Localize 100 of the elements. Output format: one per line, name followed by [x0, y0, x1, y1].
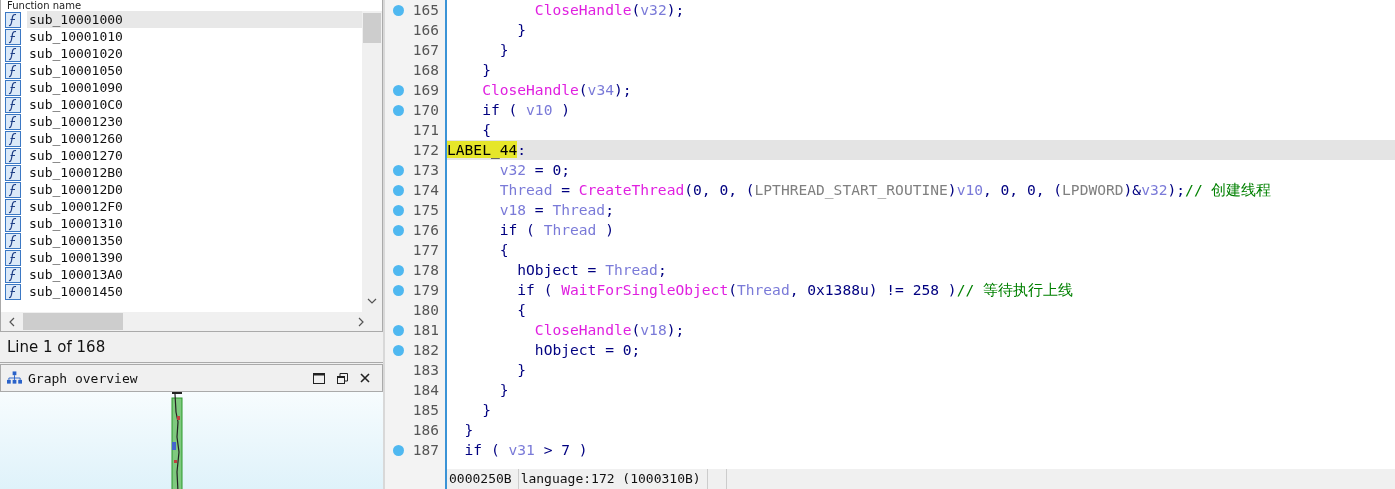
line-number: 173 — [412, 161, 439, 180]
function-icon — [5, 96, 21, 113]
function-name[interactable]: sub_100012D0 — [27, 181, 362, 198]
line-number: 178 — [412, 261, 439, 280]
status-text: language:172 (1000310B) — [518, 469, 708, 489]
code-line: hObject = Thread; — [516, 260, 668, 280]
function-name[interactable]: sub_10001230 — [27, 113, 362, 130]
line-number: 165 — [412, 1, 439, 20]
maximize-icon[interactable] — [313, 372, 325, 384]
code-line: } — [516, 20, 528, 40]
scroll-right-icon[interactable] — [358, 316, 364, 327]
function-icon — [5, 11, 21, 28]
line-number: 169 — [412, 81, 439, 100]
restore-icon[interactable] — [337, 372, 348, 384]
breakpoint-dot-icon[interactable] — [393, 325, 404, 336]
line-number: 179 — [412, 281, 439, 300]
code-line: v18 = Thread; — [498, 200, 615, 220]
line-number: 177 — [412, 241, 439, 260]
vertical-scrollbar[interactable] — [362, 11, 382, 312]
function-icon — [5, 45, 21, 62]
breakpoint-dot-icon[interactable] — [393, 285, 404, 296]
code-line: } — [498, 40, 510, 60]
function-name[interactable]: sub_10001260 — [27, 130, 362, 147]
code-line: if ( v10 ) — [481, 100, 571, 120]
scrollbar-thumb[interactable] — [363, 13, 381, 43]
line-number: 180 — [412, 301, 439, 320]
horizontal-scrollbar[interactable] — [1, 312, 382, 331]
scrollbar-thumb[interactable] — [23, 313, 123, 330]
function-icon — [5, 79, 21, 96]
code-line: v32 = 0; — [498, 160, 571, 180]
function-name[interactable]: sub_10001000 — [27, 11, 362, 28]
code-line: CloseHandle(v34); — [481, 80, 633, 100]
code-line: { — [481, 120, 492, 140]
breakpoint-dot-icon[interactable] — [393, 205, 404, 216]
function-icon — [5, 147, 21, 164]
function-icon — [5, 283, 21, 300]
line-number: 175 — [412, 201, 439, 220]
breakpoint-dot-icon[interactable] — [393, 85, 404, 96]
line-number: 170 — [412, 101, 439, 120]
line-number: 182 — [412, 341, 439, 360]
function-icon — [5, 28, 21, 45]
code-line: { — [516, 300, 528, 320]
code-line: } — [498, 380, 510, 400]
breakpoint-dot-icon[interactable] — [393, 345, 404, 356]
breakpoint-dot-icon[interactable] — [393, 225, 404, 236]
column-header[interactable]: Function name — [1, 0, 382, 11]
function-name[interactable]: sub_10001090 — [27, 79, 362, 96]
function-name[interactable]: sub_10001450 — [27, 283, 362, 300]
code-line: } — [481, 60, 492, 80]
line-number: 168 — [412, 61, 439, 80]
function-icon — [5, 164, 21, 181]
function-icon — [5, 198, 21, 215]
code-line: } — [463, 420, 475, 440]
function-name[interactable]: sub_10001310 — [27, 215, 362, 232]
breakpoint-dot-icon[interactable] — [393, 265, 404, 276]
function-name[interactable]: sub_100013A0 — [27, 266, 362, 283]
line-number: 185 — [412, 401, 439, 420]
breakpoint-dot-icon[interactable] — [393, 5, 404, 16]
line-number: 167 — [412, 41, 439, 60]
breakpoint-dot-icon[interactable] — [393, 165, 404, 176]
code-line: hObject = 0; — [533, 340, 642, 360]
code-line: CloseHandle(v18); — [533, 320, 686, 340]
breakpoint-dot-icon[interactable] — [393, 185, 404, 196]
function-name[interactable]: sub_100012B0 — [27, 164, 362, 181]
line-number: 187 — [412, 441, 439, 460]
breakpoint-dot-icon[interactable] — [393, 105, 404, 116]
function-name[interactable]: sub_100010C0 — [27, 96, 362, 113]
code-line: if ( v31 > 7 ) — [463, 440, 589, 460]
function-icon — [5, 215, 21, 232]
function-name[interactable]: sub_10001050 — [27, 62, 362, 79]
close-icon[interactable] — [360, 373, 370, 383]
function-name[interactable]: sub_10001010 — [27, 28, 362, 45]
function-name[interactable]: sub_10001270 — [27, 147, 362, 164]
code-line: if ( Thread ) — [498, 220, 615, 240]
line-number: 176 — [412, 221, 439, 240]
panel-title: Graph overview — [28, 370, 138, 386]
function-name[interactable]: sub_10001350 — [27, 232, 362, 249]
code-line: if ( WaitForSingleObject(Thread, 0x1388u) != 258 )// 等待执行上线 — [516, 280, 1074, 300]
function-name[interactable]: sub_100012F0 — [27, 198, 362, 215]
function-icon — [5, 62, 21, 79]
hierarchy-icon — [7, 371, 22, 385]
function-icon — [5, 181, 21, 198]
line-number: 172 — [412, 141, 439, 160]
scroll-down-icon[interactable] — [367, 298, 377, 304]
line-number: 184 — [412, 381, 439, 400]
function-icon — [5, 113, 21, 130]
function-name[interactable]: sub_10001390 — [27, 249, 362, 266]
line-number: 183 — [412, 361, 439, 380]
code-line: CloseHandle(v32); — [533, 0, 686, 20]
line-number: 174 — [412, 181, 439, 200]
scroll-left-icon[interactable] — [9, 316, 15, 327]
function-icon — [5, 232, 21, 249]
code-line: Thread = CreateThread(0, 0, (LPTHREAD_START_ROUTINE)v10, 0, 0, (LPDWORD)&v32);// 创建线程 — [498, 180, 1273, 200]
code-line: { — [498, 240, 510, 260]
function-icon — [5, 249, 21, 266]
breakpoint-dot-icon[interactable] — [393, 445, 404, 456]
code-line: } — [516, 360, 528, 380]
line-number: 171 — [412, 121, 439, 140]
line-number: 166 — [412, 21, 439, 40]
function-name[interactable]: sub_10001020 — [27, 45, 362, 62]
